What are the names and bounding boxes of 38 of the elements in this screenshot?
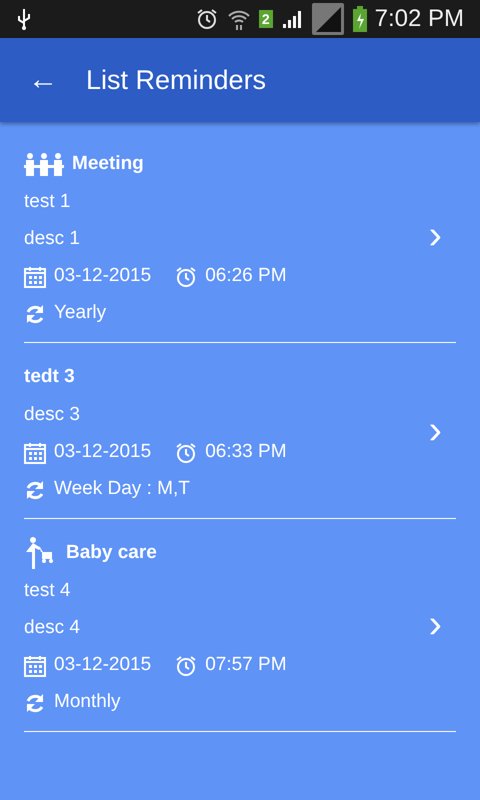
- repeat-label: Yearly: [54, 301, 106, 326]
- reminder-date: 03-12-2015: [54, 653, 152, 678]
- category-label: tedt 3: [24, 364, 75, 389]
- sim-badge: 2: [258, 10, 273, 28]
- category-label: Meeting: [72, 152, 144, 176]
- refresh-icon: [24, 692, 46, 714]
- reminder-date: 03-12-2015: [54, 264, 152, 288]
- chevron-button[interactable]: ›: [414, 410, 456, 456]
- reminder-date: 03-12-2015: [54, 440, 152, 464]
- back-button[interactable]: ←: [24, 65, 62, 95]
- repeat-label: Week Day : M,T: [54, 477, 190, 502]
- refresh-icon: [24, 302, 46, 324]
- reminder-description: desc 4: [24, 616, 80, 640]
- alarm-clock-icon: [175, 266, 198, 288]
- chevron-button[interactable]: ›: [414, 604, 456, 650]
- reminder-time: 06:33 PM: [205, 440, 287, 464]
- alarm-icon: [194, 7, 219, 31]
- reminder-title: test 4: [24, 579, 70, 604]
- reminder-time: 06:26 PM: [205, 264, 287, 288]
- category-label: Baby care: [66, 540, 157, 565]
- refresh-icon: [24, 478, 46, 500]
- signal-icon: [280, 8, 303, 30]
- usb-icon: [16, 8, 32, 30]
- chevron-button[interactable]: ›: [414, 215, 456, 261]
- calendar-icon: [24, 654, 46, 676]
- people-icon: [24, 151, 64, 177]
- calendar-icon: [24, 442, 46, 464]
- status-time: 7:02 PM: [374, 4, 464, 34]
- reminder-description: desc 3: [24, 403, 80, 428]
- reminder-time: 07:57 PM: [205, 653, 287, 678]
- repeat-label: Monthly: [54, 690, 121, 714]
- reminder-description: desc 1: [24, 227, 80, 252]
- reminder-title: test 1: [24, 190, 70, 214]
- alarm-clock-icon: [175, 654, 198, 676]
- calendar-icon: [24, 266, 46, 288]
- alarm-clock-icon: [175, 442, 198, 464]
- screen-title: List Reminders: [86, 64, 266, 97]
- battery-icon: [352, 6, 367, 32]
